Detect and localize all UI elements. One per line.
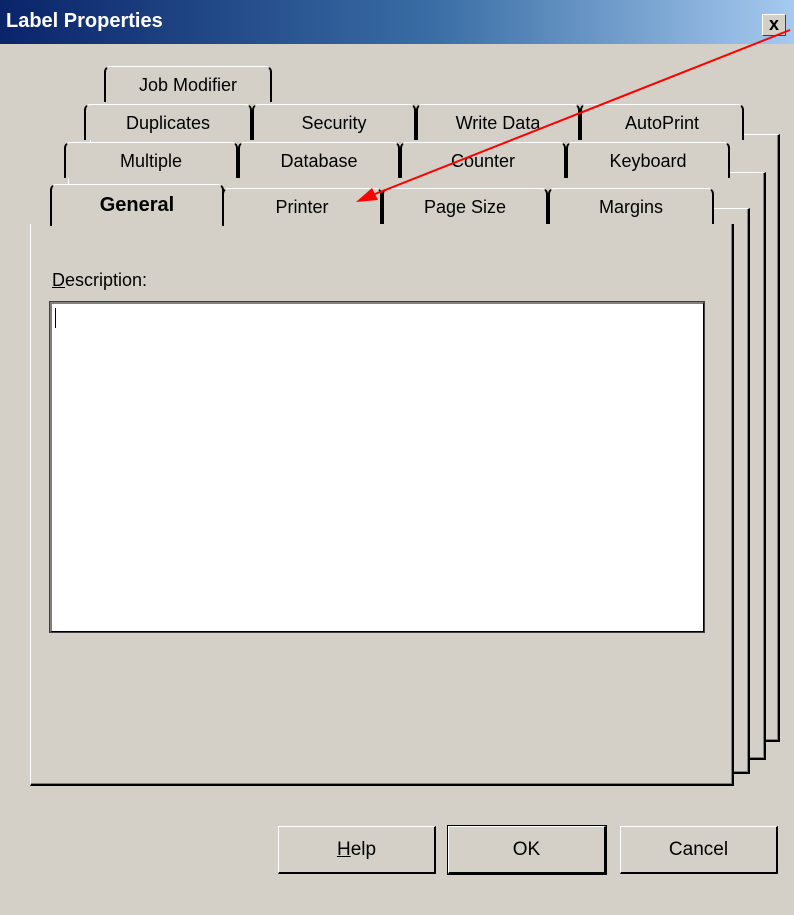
label-properties-dialog: Label Properties x Job Modifier Duplicat…	[0, 0, 794, 915]
tab-write-data[interactable]: Write Data	[416, 104, 580, 140]
tab-label: Security	[301, 113, 367, 133]
tab-label: Keyboard	[609, 151, 687, 171]
title-bar: Label Properties x	[0, 0, 794, 44]
tab-general[interactable]: General	[50, 184, 224, 226]
tab-database[interactable]: Database	[238, 142, 400, 178]
help-accelerator: H	[336, 839, 351, 860]
tab-label: Job Modifier	[138, 75, 238, 95]
tab-label: Duplicates	[125, 113, 211, 133]
tab-label: Counter	[450, 151, 516, 171]
tab-margins[interactable]: Margins	[548, 188, 714, 224]
tab-label: Database	[280, 151, 358, 171]
help-button[interactable]: Help	[278, 826, 436, 874]
cancel-label: Cancel	[668, 839, 729, 860]
tab-page-size[interactable]: Page Size	[382, 188, 548, 224]
tab-label: AutoPrint	[624, 113, 700, 133]
tab-printer[interactable]: Printer	[222, 188, 382, 224]
tab-duplicates[interactable]: Duplicates	[84, 104, 252, 140]
text-cursor	[55, 308, 56, 328]
tab-counter[interactable]: Counter	[400, 142, 566, 178]
description-input[interactable]	[49, 301, 705, 633]
cancel-button[interactable]: Cancel	[620, 826, 778, 874]
ok-label: OK	[512, 839, 541, 860]
ok-button[interactable]: OK	[447, 825, 607, 875]
close-icon: x	[768, 14, 779, 34]
window-title: Label Properties	[6, 10, 163, 32]
tab-security[interactable]: Security	[252, 104, 416, 140]
tab-keyboard[interactable]: Keyboard	[566, 142, 730, 178]
tab-multiple[interactable]: Multiple	[64, 142, 238, 178]
tab-label: General	[99, 194, 175, 216]
tab-label: Printer	[275, 197, 329, 217]
tab-label: Page Size	[423, 197, 507, 217]
tab-autoprint[interactable]: AutoPrint	[580, 104, 744, 140]
description-label-accelerator: D	[52, 270, 65, 290]
tab-label: Write Data	[455, 113, 541, 133]
tab-label: Margins	[598, 197, 664, 217]
tab-job-modifier[interactable]: Job Modifier	[104, 66, 272, 102]
description-label-text: escription:	[65, 270, 148, 290]
description-label: Description:	[52, 270, 147, 291]
close-button[interactable]: x	[762, 14, 786, 36]
help-label: elp	[350, 839, 377, 860]
tab-label: Multiple	[119, 151, 183, 171]
